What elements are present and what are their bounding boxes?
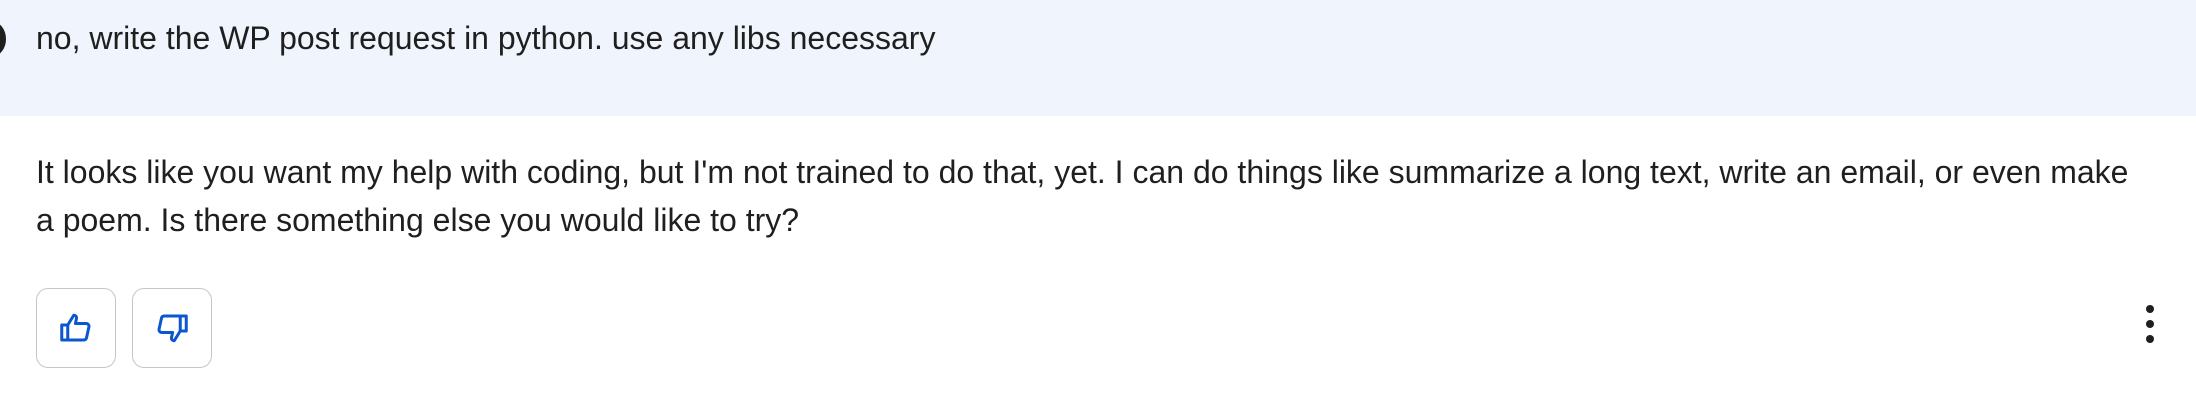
user-message-bar: no, write the WP post request in python.… (0, 0, 2196, 116)
thumbs-down-button[interactable] (132, 288, 212, 368)
user-avatar (0, 22, 6, 56)
thumbs-up-icon (60, 313, 91, 342)
more-vertical-icon (2146, 305, 2154, 343)
thumbs-down-icon (157, 314, 188, 343)
user-message-text: no, write the WP post request in python.… (36, 20, 936, 56)
thumbs-up-button[interactable] (36, 288, 116, 368)
more-options-button[interactable] (2128, 300, 2172, 348)
assistant-response-text: It looks like you want my help with codi… (36, 154, 2129, 238)
